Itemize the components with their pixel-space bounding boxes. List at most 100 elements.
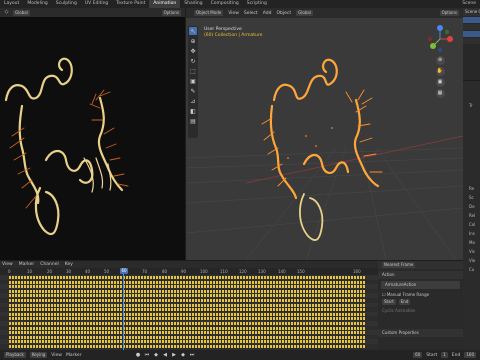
keyframe-row[interactable] bbox=[9, 294, 366, 298]
jump-start-icon[interactable]: ⏮ bbox=[145, 352, 150, 358]
keyframe-row[interactable] bbox=[9, 280, 366, 284]
prev-key-icon[interactable]: ◆ bbox=[154, 352, 159, 358]
menu-view[interactable]: View bbox=[228, 11, 239, 16]
menu-object[interactable]: Object bbox=[277, 11, 292, 16]
action-start-field[interactable]: Start bbox=[382, 299, 396, 305]
outliner-row[interactable] bbox=[463, 17, 480, 23]
action-name-field[interactable]: ArmatureAction bbox=[381, 281, 460, 289]
prop-visibility[interactable]: Vis bbox=[463, 247, 480, 256]
right-options-dropdown[interactable]: Options bbox=[439, 10, 459, 16]
workspace-tab-layout[interactable]: Layout bbox=[0, 0, 23, 8]
prop-collections[interactable]: Col bbox=[463, 220, 480, 229]
keyframe-row[interactable] bbox=[9, 289, 366, 293]
keyframe-row[interactable] bbox=[9, 335, 366, 339]
navigation-gizmo[interactable] bbox=[425, 24, 455, 54]
playhead-line[interactable] bbox=[123, 268, 124, 350]
workspace-tab-uv-editing[interactable]: UV Editing bbox=[81, 0, 112, 8]
dope-menu-marker[interactable]: Marker bbox=[19, 262, 35, 267]
cursor-tool-icon[interactable]: ⊕ bbox=[189, 37, 197, 45]
roll-tool-icon[interactable]: ◧ bbox=[189, 107, 197, 115]
mode-selector[interactable]: Object Mode bbox=[194, 10, 224, 16]
grid-icon[interactable]: ▦ bbox=[435, 89, 445, 98]
current-frame-indicator[interactable]: 60 bbox=[120, 268, 128, 274]
action-end-field[interactable]: End bbox=[398, 299, 411, 305]
prop-scene[interactable]: Sc bbox=[463, 193, 480, 202]
outliner-row[interactable] bbox=[463, 31, 480, 37]
workspace-tab-modeling[interactable]: Modeling bbox=[23, 0, 51, 8]
timeline-view-menu[interactable]: View bbox=[51, 353, 62, 358]
dope-sheet-keyframes[interactable] bbox=[0, 275, 378, 350]
move-tool-icon[interactable]: ✥ bbox=[189, 47, 197, 55]
gizmo-x-axis[interactable] bbox=[447, 36, 453, 42]
dope-menu-key[interactable]: Key bbox=[65, 262, 73, 267]
keyframe-row[interactable] bbox=[9, 308, 366, 312]
keyframe-row[interactable] bbox=[9, 303, 366, 307]
next-key-icon[interactable]: ◆ bbox=[181, 352, 186, 358]
prop-custom[interactable]: Cu bbox=[463, 265, 480, 274]
keyframe-row[interactable] bbox=[9, 340, 366, 344]
camera-icon[interactable]: ▣ bbox=[435, 78, 445, 87]
prop-relations[interactable]: Re bbox=[463, 184, 480, 193]
dope-menu-view[interactable]: View bbox=[2, 262, 13, 267]
workspace-tab-shading[interactable]: Shading bbox=[180, 0, 206, 8]
right-3d-viewport[interactable]: User Perspective (60) Collection | Armat… bbox=[186, 8, 463, 260]
outliner-row[interactable] bbox=[463, 38, 480, 44]
left-3d-viewport[interactable] bbox=[0, 8, 185, 260]
prop-motion-paths[interactable]: Mo bbox=[463, 238, 480, 247]
workspace-tab-animation[interactable]: Animation bbox=[149, 0, 181, 8]
annotate-tool-icon[interactable]: ✎ bbox=[189, 87, 197, 95]
start-frame-field[interactable]: 1 bbox=[441, 352, 448, 358]
prop-instancing[interactable]: Ins bbox=[463, 229, 480, 238]
workspace-tab-compositing[interactable]: Compositing bbox=[207, 0, 243, 8]
workspace-tab-texture-paint[interactable]: Texture Paint bbox=[112, 0, 149, 8]
keyframe-row[interactable] bbox=[9, 326, 366, 330]
keyframe-row[interactable] bbox=[9, 276, 366, 279]
keyframe-row[interactable] bbox=[9, 331, 366, 335]
menu-select[interactable]: Select bbox=[244, 11, 258, 16]
keyframe-row[interactable] bbox=[9, 345, 366, 348]
prop-transform[interactable]: Tr bbox=[463, 101, 480, 110]
zoom-icon[interactable]: ⊕ bbox=[435, 56, 445, 65]
transform-orientation-selector[interactable]: Global bbox=[296, 10, 313, 16]
keyframe-row[interactable] bbox=[9, 312, 366, 316]
dope-menu-channel[interactable]: Channel bbox=[40, 262, 58, 267]
pan-hand-icon[interactable]: ✋ bbox=[435, 67, 445, 76]
bone-size-tool-icon[interactable]: ▤ bbox=[189, 117, 197, 125]
workspace-tab-scripting[interactable]: Scripting bbox=[243, 0, 271, 8]
keyframe-row[interactable] bbox=[9, 322, 366, 325]
cyclic-animation-checkbox[interactable]: Cyclic Animation bbox=[378, 307, 463, 315]
menu-add[interactable]: Add bbox=[263, 11, 272, 16]
measure-tool-icon[interactable]: ⊿ bbox=[189, 97, 197, 105]
gizmo-y-axis[interactable] bbox=[430, 43, 436, 49]
keyframe-row[interactable] bbox=[9, 299, 366, 302]
manual-frame-range-checkbox[interactable]: ☐ Manual Frame Range bbox=[378, 291, 463, 299]
outliner-row[interactable] bbox=[463, 24, 480, 30]
rotate-tool-icon[interactable]: ↻ bbox=[189, 57, 197, 65]
workspace-tab-sculpting[interactable]: Sculpting bbox=[52, 0, 81, 8]
prop-viewport-display[interactable]: Vie bbox=[463, 256, 480, 265]
transform-tool-icon[interactable]: ▣ bbox=[189, 77, 197, 85]
action-panel-title[interactable]: Action bbox=[378, 271, 463, 279]
play-reverse-icon[interactable]: ◀ bbox=[163, 352, 168, 358]
left-view-selector[interactable]: Global bbox=[13, 9, 30, 16]
end-frame-field[interactable]: 160 bbox=[464, 352, 476, 358]
keyframe-row[interactable] bbox=[9, 317, 366, 321]
scene-selector[interactable]: Scene bbox=[458, 0, 480, 8]
playback-menu[interactable]: Playback bbox=[4, 352, 26, 358]
custom-properties-panel[interactable]: Custom Properties bbox=[378, 329, 463, 337]
outliner-panel[interactable]: Scene Collection bbox=[463, 8, 480, 80]
current-frame-field[interactable]: 60 bbox=[413, 352, 423, 358]
frame-ruler[interactable]: 0 10 20 30 40 50 70 80 90 100 110 120 13… bbox=[0, 268, 378, 275]
gizmo-z-axis[interactable] bbox=[437, 25, 443, 31]
timeline-marker-menu[interactable]: Marker bbox=[66, 353, 82, 358]
left-options-dropdown[interactable]: Options bbox=[161, 9, 181, 16]
keyframe-row[interactable] bbox=[9, 285, 366, 289]
prop-relations2[interactable]: Rel bbox=[463, 211, 480, 220]
keying-menu[interactable]: Keying bbox=[29, 352, 48, 358]
play-icon[interactable]: ▶ bbox=[172, 352, 177, 358]
jump-end-icon[interactable]: ⏭ bbox=[190, 352, 195, 358]
snap-mode-selector[interactable]: Nearest Frame bbox=[382, 262, 416, 268]
view-orientation-icon[interactable]: ◇ bbox=[4, 10, 9, 15]
select-tool-icon[interactable]: ↖ bbox=[189, 27, 197, 35]
prop-delta[interactable]: De bbox=[463, 202, 480, 211]
